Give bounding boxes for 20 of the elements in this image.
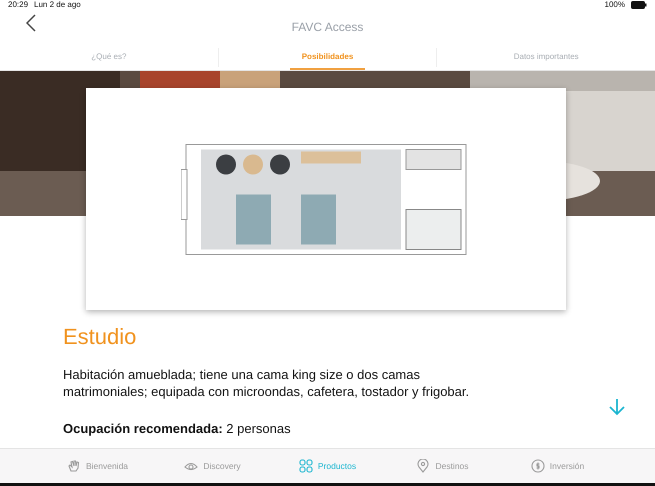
page-title: FAVC Access <box>292 20 364 34</box>
status-date: Lun 2 de ago <box>34 0 81 9</box>
nav-item[interactable]: Inversión <box>500 449 615 483</box>
occupancy-text: Ocupación recomendada: 2 personas <box>63 421 292 436</box>
grid-icon <box>298 459 313 473</box>
tab[interactable]: Datos importantes <box>502 45 591 70</box>
battery-icon <box>631 0 647 8</box>
status-time: 20:29 <box>8 0 28 9</box>
hand-icon <box>66 459 81 473</box>
nav-item[interactable]: Productos <box>270 449 385 483</box>
location-pin-icon <box>416 459 430 473</box>
battery-text: 100% <box>604 0 625 9</box>
nav-item[interactable]: Discovery <box>155 449 270 483</box>
back-icon[interactable] <box>26 14 36 32</box>
room-description: Habitación amueblada; tiene una cama king size o dos camas matrimoniales; equipada con microondas, cafetera, tostador y frigobar. <box>63 366 470 400</box>
room-title: Estudio <box>63 324 138 350</box>
nav-item[interactable]: Destinos <box>385 449 500 483</box>
nav-item[interactable]: Bienvenida <box>40 449 155 483</box>
dollar-coin-icon <box>530 459 545 473</box>
tab[interactable]: ¿Qué es? <box>79 45 138 70</box>
